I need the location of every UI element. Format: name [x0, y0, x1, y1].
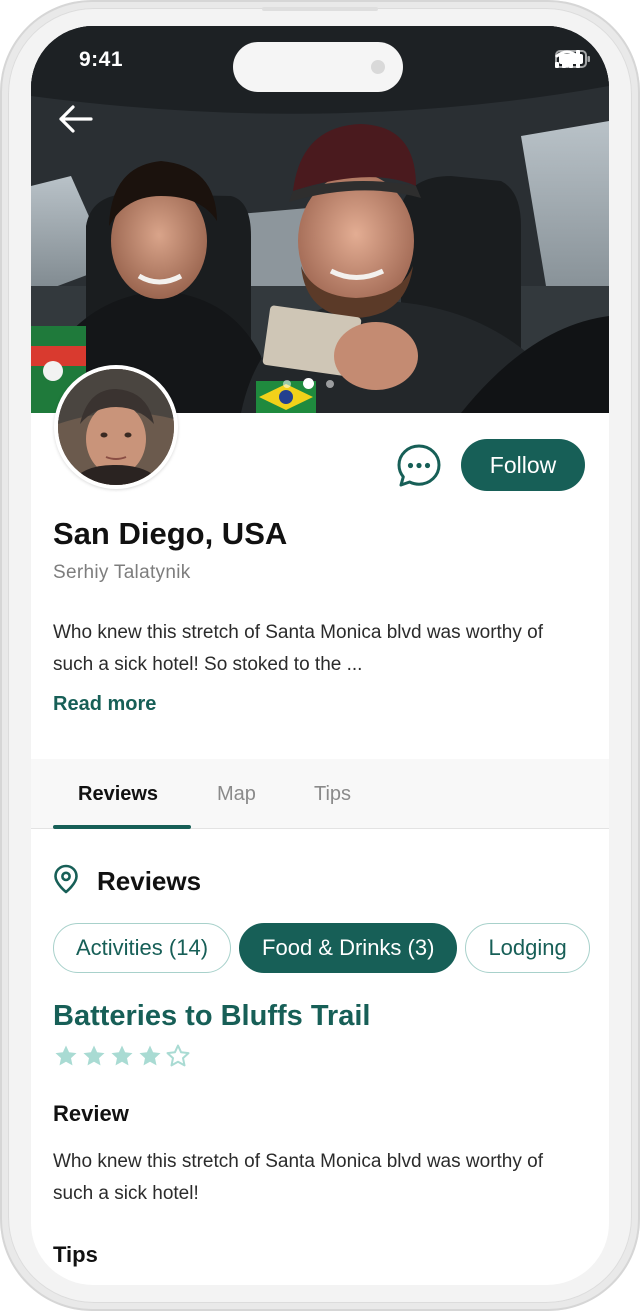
app-screen: 9:41 Follow San Diego, USA Serhiy Talaty…: [31, 26, 609, 1285]
camera-dot: [371, 60, 385, 74]
category-filter-chips: Activities (14) Food & Drinks (3) Lodgin…: [53, 923, 590, 973]
hero-photo: 9:41: [31, 26, 609, 413]
star-empty-icon: [165, 1043, 191, 1074]
page-title: San Diego, USA: [53, 516, 288, 551]
review-place-title[interactable]: Batteries to Bluffs Trail: [53, 1000, 370, 1033]
reviews-section-header: Reviews: [53, 864, 201, 899]
carousel-dot[interactable]: [303, 378, 314, 389]
chip-food-drinks[interactable]: Food & Drinks (3): [239, 923, 458, 973]
message-button[interactable]: [395, 442, 443, 490]
carousel-indicator: [283, 378, 334, 389]
carousel-dot[interactable]: [283, 379, 291, 388]
tab-tips[interactable]: Tips: [314, 783, 351, 806]
follow-button[interactable]: Follow: [461, 439, 585, 491]
chip-activities[interactable]: Activities (14): [53, 923, 232, 973]
author-name[interactable]: Serhiy Talatynik: [53, 562, 191, 584]
tab-map[interactable]: Map: [217, 783, 256, 806]
tips-heading: Tips: [53, 1242, 98, 1267]
star-filled-icon: [53, 1043, 79, 1074]
tab-bar: Reviews Map Tips: [31, 759, 609, 829]
back-button[interactable]: [57, 104, 101, 148]
star-rating: [53, 1043, 191, 1074]
active-tab-indicator: [53, 825, 191, 829]
read-more-link[interactable]: Read more: [53, 693, 156, 716]
section-title: Reviews: [97, 866, 202, 896]
chip-lodging[interactable]: Lodging: [465, 923, 590, 973]
map-pin-icon: [53, 864, 79, 899]
star-filled-icon: [81, 1043, 107, 1074]
chat-bubble-icon: [395, 444, 443, 494]
avatar: [54, 365, 178, 489]
star-filled-icon: [109, 1043, 135, 1074]
tab-reviews[interactable]: Reviews: [78, 783, 158, 806]
profile-description: Who knew this stretch of Santa Monica bl…: [53, 622, 543, 675]
status-time: 9:41: [79, 48, 124, 71]
review-heading: Review: [53, 1101, 129, 1126]
side-button: [262, 7, 378, 11]
star-filled-icon: [137, 1043, 163, 1074]
review-text: Who knew this stretch of Santa Monica bl…: [53, 1151, 543, 1204]
dynamic-island: [233, 42, 403, 92]
carousel-dot[interactable]: [326, 379, 334, 388]
phone-frame: 9:41 Follow San Diego, USA Serhiy Talaty…: [0, 0, 640, 1311]
